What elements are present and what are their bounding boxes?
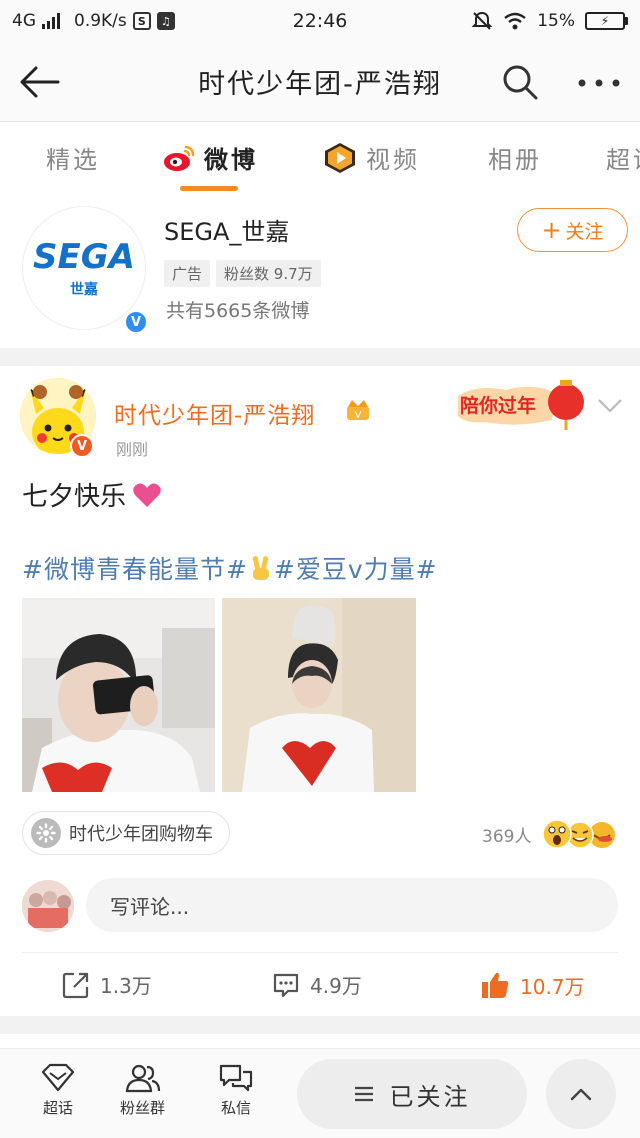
message-button[interactable]: 私信 (218, 1063, 254, 1118)
post-image[interactable] (222, 598, 416, 792)
more-icon[interactable] (574, 68, 624, 98)
comment-count: 4.9万 (310, 974, 362, 998)
plus-icon: + (541, 216, 562, 244)
thumbs-up-icon (482, 972, 509, 998)
tab-featured[interactable]: 精选 (46, 140, 100, 175)
tab-label: 视频 (366, 146, 420, 174)
ad-badge: 广告 (164, 260, 211, 287)
comment-button[interactable]: 4.9万 (272, 970, 362, 999)
reaction-emoji-icons[interactable] (542, 818, 622, 850)
like-button[interactable]: 10.7万 (480, 970, 585, 1000)
verified-icon: V (70, 434, 94, 458)
fan-group-label: 粉丝群 (120, 1099, 166, 1117)
weibo-logo-icon (164, 145, 195, 171)
followed-button[interactable]: 已关注 (297, 1059, 527, 1129)
s-app-icon: S (132, 12, 151, 30)
battery-percent: 15% (537, 11, 575, 31)
post-hashtags: #微博青春能量节# #爱豆v力量# (22, 550, 438, 586)
comment-icon (273, 973, 299, 997)
fans-count-badge: 粉丝数 9.7万 (216, 260, 321, 287)
tab-label: 超话 (606, 146, 640, 174)
repost-count: 1.3万 (100, 974, 152, 998)
nav-bar: 时代少年团-严浩翔 (0, 42, 640, 122)
post-count: 共有5665条微博 (166, 300, 310, 322)
ad-account-card[interactable]: SEGA 世嘉 V SEGA_世嘉 广告 粉丝数 9.7万 共有5665条微博 … (0, 194, 640, 348)
svg-text:V: V (355, 410, 362, 421)
avatar[interactable]: SEGA 世嘉 (22, 206, 146, 330)
diamond-icon (41, 1063, 75, 1092)
followed-label: 已关注 (389, 1082, 471, 1111)
video-play-icon (325, 142, 355, 173)
tab-label: 微博 (204, 146, 258, 174)
weibo-post: V 时代少年团-严浩翔 V 刚刚 陪你过年 七夕快乐 #微博青春能量节# #爱豆… (0, 366, 640, 1016)
new-year-sticker: 陪你过年 (456, 376, 590, 432)
shopping-cart-link[interactable]: 时代少年团购物车 (22, 811, 230, 855)
group-icon (125, 1064, 160, 1093)
post-text: 七夕快乐 (22, 476, 162, 513)
tab-video[interactable]: 视频 (322, 140, 420, 175)
profile-tabs: 精选 微博 视频 相册 超话 (0, 122, 640, 194)
post-author-name[interactable]: 时代少年团-严浩翔 (114, 396, 315, 430)
hashtag-link[interactable]: #爱豆v力量# (274, 550, 438, 586)
repost-icon (62, 972, 89, 998)
active-tab-indicator (180, 186, 238, 191)
bottom-action-bar: 超话 粉丝群 私信 已关注 (0, 1048, 640, 1138)
repost-button[interactable]: 1.3万 (62, 970, 152, 999)
menu-icon (354, 1086, 373, 1102)
super-topic-label: 超话 (42, 1099, 73, 1117)
chevron-down-icon[interactable] (596, 396, 624, 416)
super-topic-button[interactable]: 超话 (40, 1063, 76, 1118)
network-type: 4G (12, 11, 36, 31)
chat-icon (219, 1064, 253, 1092)
search-icon[interactable] (500, 62, 540, 102)
network-speed: 0.9K/s (74, 11, 127, 31)
victory-hand-icon (252, 556, 269, 580)
sticker-text: 陪你过年 (460, 394, 536, 417)
hashtag-link[interactable]: #微博青春能量节# (22, 550, 248, 586)
cart-icon (31, 818, 61, 848)
account-name[interactable]: SEGA_世嘉 (164, 212, 289, 247)
post-text-content: 七夕快乐 (22, 482, 127, 512)
divider (22, 952, 618, 953)
music-icon: ♫ (156, 12, 175, 30)
page-title: 时代少年团-严浩翔 (198, 69, 442, 100)
comment-input[interactable]: 写评论... (86, 878, 618, 932)
shopping-cart-label: 时代少年团购物车 (69, 824, 213, 845)
battery-charging-icon: ⚡ (585, 12, 628, 30)
tab-super-topic[interactable]: 超话 (606, 140, 640, 175)
my-avatar[interactable] (22, 880, 74, 932)
sega-logo-subtitle: 世嘉 (70, 282, 98, 298)
verified-icon: V (124, 310, 148, 334)
message-label: 私信 (220, 1099, 251, 1117)
heart-icon (133, 483, 161, 507)
sega-logo: SEGA (33, 237, 135, 277)
chevron-up-icon (570, 1088, 592, 1101)
tab-label: 精选 (46, 146, 100, 174)
member-crown-icon: V (347, 400, 369, 421)
like-count: 10.7万 (520, 974, 585, 999)
follow-button[interactable]: + 关注 (517, 208, 628, 252)
fan-group-button[interactable]: 粉丝群 (120, 1063, 165, 1118)
scroll-top-button[interactable] (546, 1059, 616, 1129)
tab-label: 相册 (488, 146, 542, 174)
tab-weibo[interactable]: 微博 (162, 140, 258, 175)
wifi-icon (504, 12, 526, 30)
post-timestamp: 刚刚 (116, 440, 149, 459)
reaction-count: 369人 (482, 827, 532, 847)
post-image[interactable] (22, 598, 215, 792)
signal-icon (42, 13, 60, 29)
status-bar: 4G 0.9K/s S ♫ 22:46 15% ⚡ (0, 0, 640, 42)
follow-label: 关注 (565, 220, 604, 243)
mute-icon (471, 11, 493, 30)
tab-album[interactable]: 相册 (488, 140, 542, 175)
